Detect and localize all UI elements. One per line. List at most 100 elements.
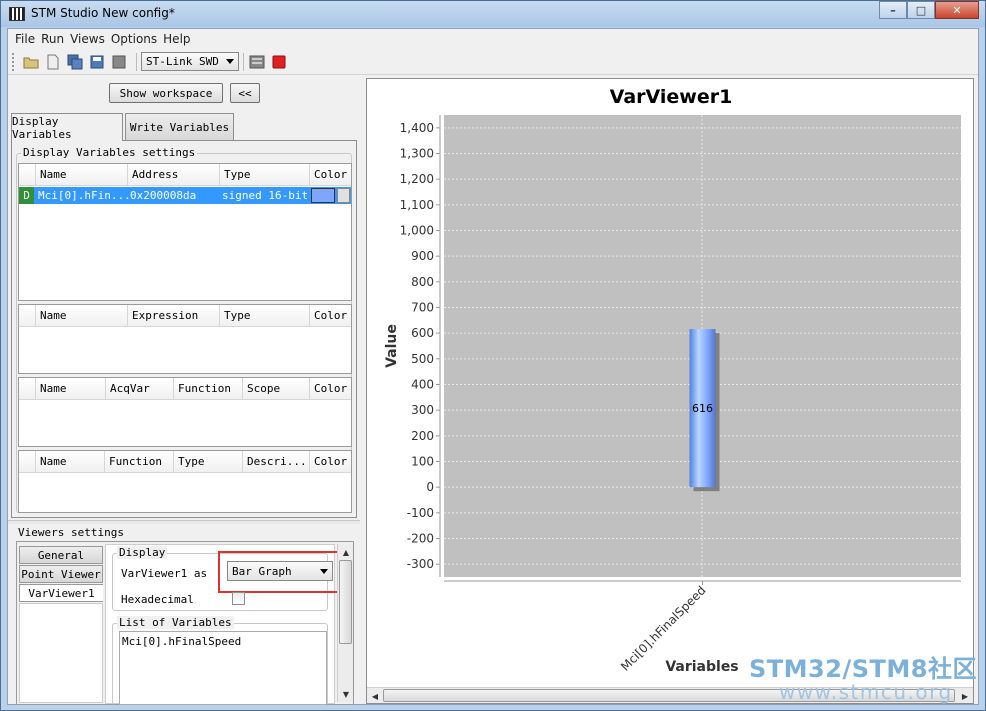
open-folder-icon[interactable] xyxy=(22,53,40,71)
export-icon[interactable] xyxy=(110,53,128,71)
bar-data-label: 616 xyxy=(692,402,713,415)
display-variables-pane: Display Variables settings Name Address … xyxy=(11,140,357,518)
scroll-up-icon[interactable]: ▲ xyxy=(338,544,354,560)
menu-file[interactable]: File xyxy=(12,32,38,46)
table-header: Name AcqVar Function Scope Color xyxy=(19,378,351,400)
tab-display-variables[interactable]: Display Variables xyxy=(11,113,123,141)
viewer-tab-general[interactable]: General xyxy=(19,546,103,564)
left-panel: Show workspace << Display Variables Writ… xyxy=(8,76,360,705)
column-header[interactable]: Name xyxy=(35,451,104,473)
color-picker-button[interactable] xyxy=(337,188,350,203)
menu-run[interactable]: Run xyxy=(38,32,67,46)
title-bar[interactable]: STM Studio New config* – □ ✕ xyxy=(1,1,985,27)
y-tick-label: 400 xyxy=(411,378,434,392)
viewer-type-select[interactable]: Bar Graph xyxy=(227,561,333,581)
y-tick-label: 0 xyxy=(426,480,434,494)
toolbar-separator xyxy=(243,52,244,71)
column-header[interactable]: Name xyxy=(35,305,127,327)
app-icon xyxy=(9,7,25,21)
new-file-icon[interactable] xyxy=(44,53,62,71)
column-header[interactable]: Type xyxy=(219,305,309,327)
variables-table: Name Address Type Color D Mci[0].hFin...… xyxy=(18,163,352,301)
toolbar: ST-Link SWD xyxy=(8,49,978,75)
y-tick-label: 1,100 xyxy=(400,198,434,212)
maximize-button[interactable]: □ xyxy=(907,1,935,19)
column-header[interactable]: Color xyxy=(309,451,351,473)
viewer-tab-varviewer1[interactable]: VarViewer1 xyxy=(19,584,103,602)
table-row[interactable]: D Mci[0].hFin... 0x200008da signed 16-bi… xyxy=(19,187,351,204)
variables-list[interactable]: Mci[0].hFinalSpeed xyxy=(119,631,327,705)
y-tick-label: 200 xyxy=(411,429,434,443)
panel-splitter[interactable] xyxy=(8,520,360,524)
y-tick-label: 1,200 xyxy=(400,172,434,186)
column-header[interactable]: Name xyxy=(35,378,105,400)
y-tick-label: -300 xyxy=(407,557,434,571)
column-header[interactable]: Type xyxy=(173,451,242,473)
y-tick-label: -200 xyxy=(407,532,434,546)
display-badge: D xyxy=(19,187,34,204)
viewers-settings-title: Viewers settings xyxy=(18,526,124,539)
y-tick-label: 600 xyxy=(411,326,434,340)
viewer-options-scrollbar[interactable]: ▲ ▼ xyxy=(337,544,353,702)
menu-views[interactable]: Views xyxy=(67,32,108,46)
window-controls: – □ ✕ xyxy=(879,1,979,19)
tab-write-variables[interactable]: Write Variables xyxy=(125,113,234,140)
column-header[interactable]: Expression xyxy=(127,305,219,327)
scrollbar-thumb[interactable] xyxy=(339,560,352,644)
scroll-down-icon[interactable]: ▼ xyxy=(338,686,354,702)
menu-bar: File Run Views Options Help xyxy=(8,29,978,49)
column-header[interactable]: Function xyxy=(104,451,173,473)
list-item[interactable]: Mci[0].hFinalSpeed xyxy=(122,635,324,648)
column-header[interactable]: Color xyxy=(309,378,351,400)
y-tick-label: 100 xyxy=(411,455,434,469)
y-tick-label: 1,300 xyxy=(400,147,434,161)
y-tick-label: 1,400 xyxy=(400,121,434,135)
minimize-button[interactable]: – xyxy=(879,1,907,19)
y-axis-label: Value xyxy=(384,324,400,368)
column-header[interactable]: Function xyxy=(173,378,242,400)
y-tick-label: 700 xyxy=(411,301,434,315)
column-header[interactable]: Descri... xyxy=(242,451,309,473)
y-tick-label: 500 xyxy=(411,352,434,366)
column-header[interactable]: Name xyxy=(35,164,127,186)
window-title: STM Studio New config* xyxy=(31,6,175,20)
probe-select[interactable]: ST-Link SWD xyxy=(141,52,239,71)
table-header: Name Function Type Descri... Color xyxy=(19,451,351,473)
acquisition-table: Name AcqVar Function Scope Color xyxy=(18,377,352,447)
close-button[interactable]: ✕ xyxy=(935,1,979,19)
column-header[interactable]: AcqVar xyxy=(105,378,173,400)
menu-options[interactable]: Options xyxy=(108,32,160,46)
scroll-left-icon[interactable]: ◀ xyxy=(367,688,383,704)
column-header[interactable]: Color xyxy=(309,305,351,327)
watermark-title: STM32/STM8社区 xyxy=(749,655,977,683)
viewer-as-label: VarViewer1 as xyxy=(121,567,208,580)
viewers-settings-pane: General Point Viewer VarViewer1 Display … xyxy=(16,541,354,705)
group-title: Display Variables settings xyxy=(21,146,198,159)
column-header[interactable]: Type xyxy=(219,164,309,186)
watermark-url: www.stmcu.org xyxy=(779,680,953,704)
list-legend: List of Variables xyxy=(117,616,234,629)
save-icon[interactable] xyxy=(88,53,106,71)
column-header[interactable]: Scope xyxy=(242,378,309,400)
run-icon[interactable] xyxy=(248,53,266,71)
column-header[interactable]: Color xyxy=(309,164,351,186)
table-header: Name Expression Type Color xyxy=(19,305,351,327)
stop-icon[interactable] xyxy=(270,53,288,71)
viewer-type-value: Bar Graph xyxy=(232,564,292,578)
color-swatch[interactable] xyxy=(311,188,335,203)
client-area: File Run Views Options Help ST-Link SWD … xyxy=(7,28,979,705)
chart-title: VarViewer1 xyxy=(610,86,733,108)
chevron-down-icon xyxy=(226,59,234,64)
y-tick-label: 800 xyxy=(411,275,434,289)
viewer-tab-point-viewer[interactable]: Point Viewer xyxy=(19,565,103,583)
save-all-icon[interactable] xyxy=(66,53,84,71)
toolbar-grip xyxy=(12,52,16,71)
column-header[interactable]: Address xyxy=(127,164,219,186)
y-tick-label: 900 xyxy=(411,249,434,263)
hexadecimal-checkbox[interactable] xyxy=(232,592,245,605)
menu-help[interactable]: Help xyxy=(160,32,193,46)
collapse-button[interactable]: << xyxy=(230,83,260,103)
show-workspace-button[interactable]: Show workspace xyxy=(109,83,223,103)
chevron-down-icon xyxy=(320,568,328,574)
toolbar-separator xyxy=(136,52,137,71)
